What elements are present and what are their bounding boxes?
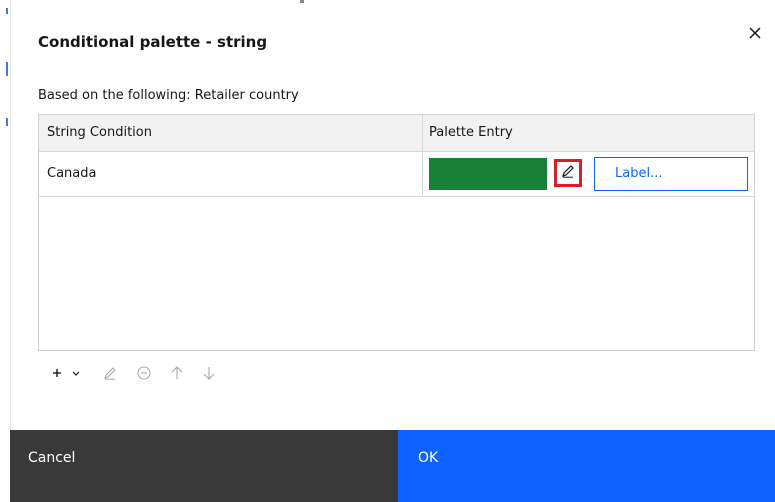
color-swatch[interactable] xyxy=(429,158,547,190)
table-row[interactable]: Canada Label... xyxy=(39,152,754,197)
based-on-text: Based on the following: Retailer country xyxy=(38,88,299,103)
background-marker xyxy=(6,62,8,76)
edit-color-button[interactable] xyxy=(554,159,582,187)
pencil-icon xyxy=(560,163,576,183)
dialog-page: Conditional palette - string Based on th… xyxy=(0,0,775,502)
dialog-title: Conditional palette - string xyxy=(38,33,268,51)
close-icon[interactable] xyxy=(744,22,766,44)
add-icon[interactable] xyxy=(50,361,64,385)
remove-icon[interactable] xyxy=(136,361,152,385)
header-palette-entry: Palette Entry xyxy=(429,125,513,140)
arrow-down-icon[interactable] xyxy=(202,361,216,385)
background-marker xyxy=(6,118,8,126)
palette-table: String Condition Palette Entry Canada La… xyxy=(38,114,755,351)
background-artifact xyxy=(300,0,304,3)
chevron-down-icon[interactable] xyxy=(70,361,82,385)
arrow-up-icon[interactable] xyxy=(170,361,184,385)
row-condition: Canada xyxy=(47,166,97,181)
label-button[interactable]: Label... xyxy=(594,157,748,191)
header-string-condition: String Condition xyxy=(47,125,152,140)
table-toolbar xyxy=(50,361,234,385)
cancel-button[interactable]: Cancel xyxy=(10,430,398,502)
background-marker xyxy=(6,8,8,14)
edit-icon[interactable] xyxy=(102,361,118,385)
dialog-footer: Cancel OK xyxy=(10,430,775,502)
table-header: String Condition Palette Entry xyxy=(39,115,754,152)
ok-button[interactable]: OK xyxy=(398,430,775,502)
